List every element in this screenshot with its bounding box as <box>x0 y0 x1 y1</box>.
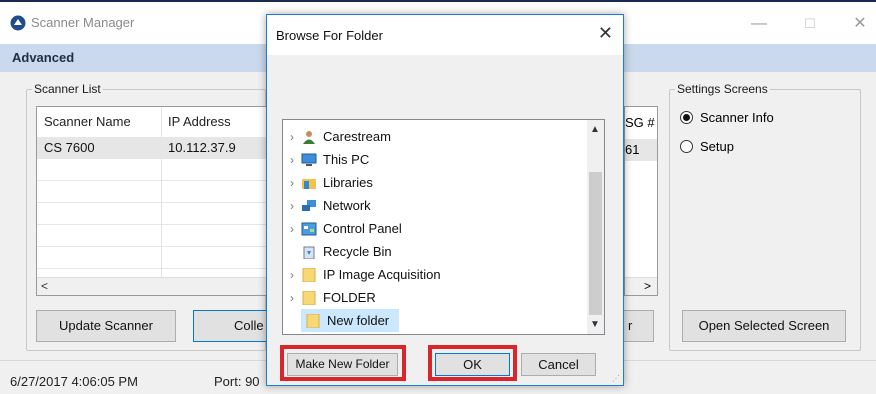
tree-item-this-pc[interactable]: › This PC <box>283 148 369 171</box>
column-header-fragment: SG # <box>625 115 655 130</box>
radio-setup[interactable]: Setup <box>680 139 734 154</box>
network-icon <box>302 199 316 211</box>
radio-dot[interactable] <box>680 140 693 153</box>
open-selected-screen-button[interactable]: Open Selected Screen <box>682 310 846 342</box>
chevron-right-icon[interactable]: › <box>283 199 301 213</box>
tree-item-label: New folder <box>327 313 390 328</box>
dialog-title: Browse For Folder <box>276 28 383 43</box>
column-header-scanner-name[interactable]: Scanner Name <box>37 107 131 137</box>
scanner-table[interactable]: Scanner Name IP Address CS 7600 10.112.3… <box>36 106 276 296</box>
highlight-make-new-folder <box>280 345 406 381</box>
table-row[interactable] <box>37 247 275 269</box>
scroll-right-arrow-icon[interactable]: > <box>644 279 651 293</box>
tree-item-network[interactable]: › Network <box>283 194 371 217</box>
browse-for-folder-dialog[interactable]: Browse For Folder ✕ › Carestream › This … <box>266 14 624 386</box>
main-window-title: Scanner Manager <box>31 15 135 30</box>
tree-item-folder[interactable]: › FOLDER <box>283 286 376 309</box>
chevron-right-icon[interactable]: › <box>283 176 301 190</box>
chevron-right-icon[interactable]: › <box>283 130 301 144</box>
horizontal-scrollbar[interactable]: < <box>37 277 275 295</box>
table-row[interactable] <box>37 181 275 203</box>
user-folder-icon <box>303 130 315 144</box>
tree-item-label: Network <box>323 198 371 213</box>
radio-label: Scanner Info <box>700 110 774 125</box>
recycle-bin-icon <box>303 246 315 259</box>
scanner-name-cell: CS 7600 <box>44 140 95 155</box>
folder-tree[interactable]: › Carestream › This PC › Libraries › Net… <box>282 119 605 335</box>
tree-item-label: Carestream <box>323 129 391 144</box>
folder-icon <box>302 267 316 282</box>
folder-icon <box>302 290 316 305</box>
status-datetime: 6/27/2017 4:06:05 PM <box>10 374 138 389</box>
scrollbar-thumb[interactable] <box>589 172 602 315</box>
scanner-table-right-fragment[interactable]: SG # 61 > <box>624 106 658 296</box>
tree-item-libraries[interactable]: › Libraries <box>283 171 373 194</box>
tree-item-carestream[interactable]: › Carestream <box>283 125 391 148</box>
cancel-button[interactable]: Cancel <box>521 353 596 376</box>
libraries-icon <box>302 178 316 189</box>
scanner-list-title: Scanner List <box>32 82 103 96</box>
cell-fragment-text: 61 <box>625 142 640 157</box>
tree-item-label: Control Panel <box>323 221 402 236</box>
scroll-down-arrow-icon[interactable]: ▼ <box>590 319 600 330</box>
resize-grip-icon[interactable]: ⋰ <box>612 374 620 383</box>
dialog-title-bar[interactable]: Browse For Folder ✕ <box>267 15 623 55</box>
computer-icon <box>301 153 317 166</box>
tree-item-ip-image-acquisition[interactable]: › IP Image Acquisition <box>283 263 441 286</box>
scroll-up-arrow-icon[interactable]: ▲ <box>590 124 600 135</box>
dialog-close-button[interactable]: ✕ <box>598 23 613 44</box>
status-port: Port: 90 <box>214 374 260 389</box>
update-scanner-button[interactable]: Update Scanner <box>36 310 176 342</box>
table-row[interactable] <box>37 203 275 225</box>
close-button[interactable]: ✕ <box>845 11 875 37</box>
tree-item-new-folder[interactable]: New folder <box>301 309 399 332</box>
tree-item-label: Recycle Bin <box>323 244 392 259</box>
tree-item-label: Libraries <box>323 175 373 190</box>
control-panel-icon <box>301 222 317 235</box>
scroll-left-arrow-icon[interactable]: < <box>41 279 48 293</box>
radio-label: Setup <box>700 139 734 154</box>
advanced-label: Advanced <box>12 50 75 65</box>
minimize-button[interactable]: — <box>744 11 774 37</box>
app-icon <box>10 15 26 31</box>
maximize-button[interactable]: ☐ <box>795 11 825 37</box>
highlight-ok <box>428 345 517 381</box>
radio-scanner-info[interactable]: Scanner Info <box>680 110 774 125</box>
folder-icon <box>306 313 320 328</box>
chevron-right-icon[interactable]: › <box>283 153 301 167</box>
table-row[interactable] <box>37 225 275 247</box>
chevron-right-icon[interactable]: › <box>283 291 301 305</box>
collect-button[interactable]: Colle <box>193 310 273 342</box>
horizontal-scrollbar-right[interactable] <box>625 277 657 295</box>
ip-address-cell: 10.112.37.9 <box>168 140 236 155</box>
tree-item-label: IP Image Acquisition <box>323 267 441 282</box>
table-row[interactable] <box>37 159 275 181</box>
tree-item-recycle-bin[interactable]: Recycle Bin <box>283 240 392 263</box>
tree-item-label: This PC <box>323 152 370 167</box>
chevron-right-icon[interactable]: › <box>283 268 301 282</box>
column-header-ip-address[interactable]: IP Address <box>161 107 231 137</box>
tree-item-control-panel[interactable]: › Control Panel <box>283 217 402 240</box>
tree-vertical-scrollbar[interactable]: ▲ ▼ <box>587 120 604 334</box>
tree-item-label: FOLDER <box>323 290 376 305</box>
table-row-selected[interactable]: CS 7600 10.112.37.9 <box>37 137 275 159</box>
radio-dot-checked[interactable] <box>680 111 693 124</box>
settings-screens-title: Settings Screens <box>675 82 770 96</box>
chevron-right-icon[interactable]: › <box>283 222 301 236</box>
cell-fragment: 61 <box>625 139 657 161</box>
